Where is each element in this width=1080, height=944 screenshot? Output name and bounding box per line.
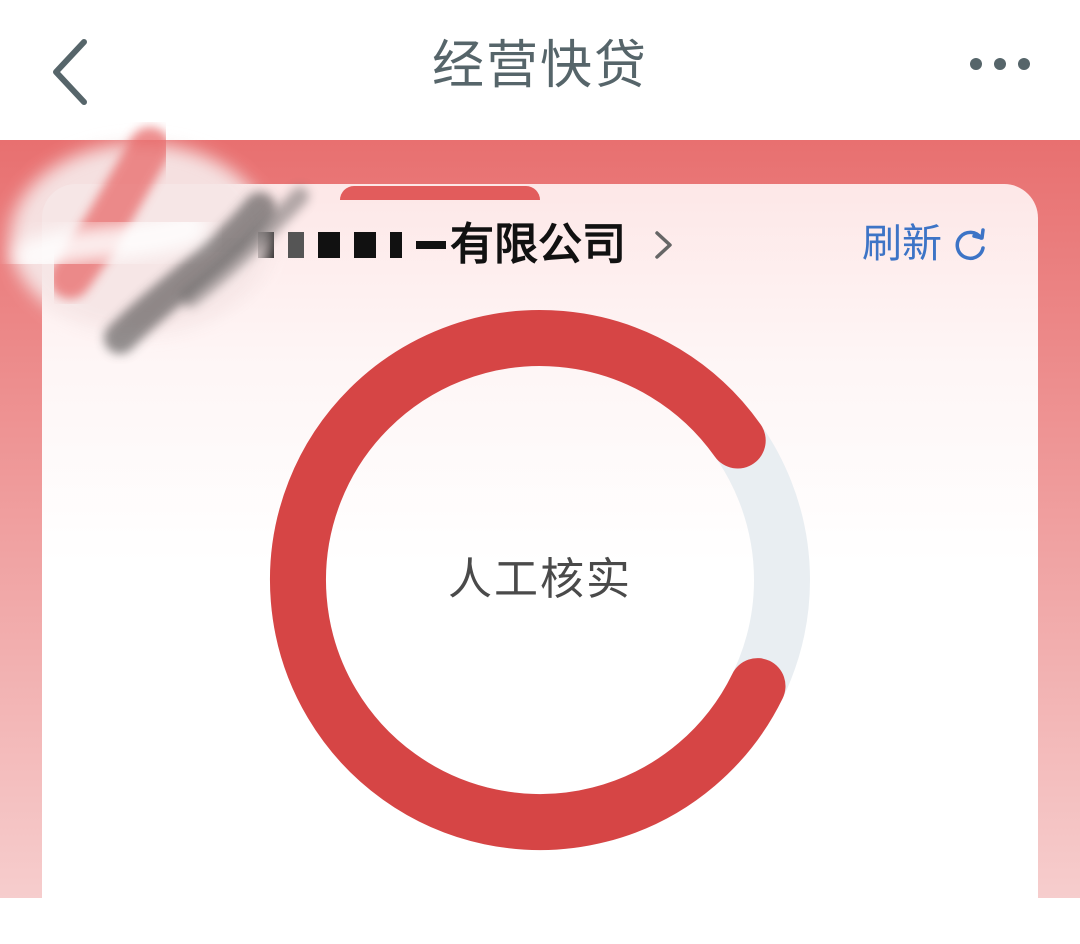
- refresh-label: 刷新: [862, 221, 942, 267]
- page-title: 经营快贷: [431, 36, 648, 96]
- refresh-icon: [955, 228, 985, 261]
- company-name: 有限公司: [450, 219, 626, 270]
- company-selector[interactable]: 有限公司: [200, 210, 676, 280]
- chevron-right-icon: [655, 231, 672, 259]
- status-label: 人工核实: [448, 554, 632, 605]
- nav-bar: 经营快贷: [0, 0, 1080, 140]
- card-tab-indicator: [340, 186, 540, 200]
- refresh-button[interactable]: 刷新: [862, 214, 988, 274]
- more-horizontal-icon[interactable]: [960, 40, 1040, 90]
- redaction-mosaic: [200, 232, 446, 258]
